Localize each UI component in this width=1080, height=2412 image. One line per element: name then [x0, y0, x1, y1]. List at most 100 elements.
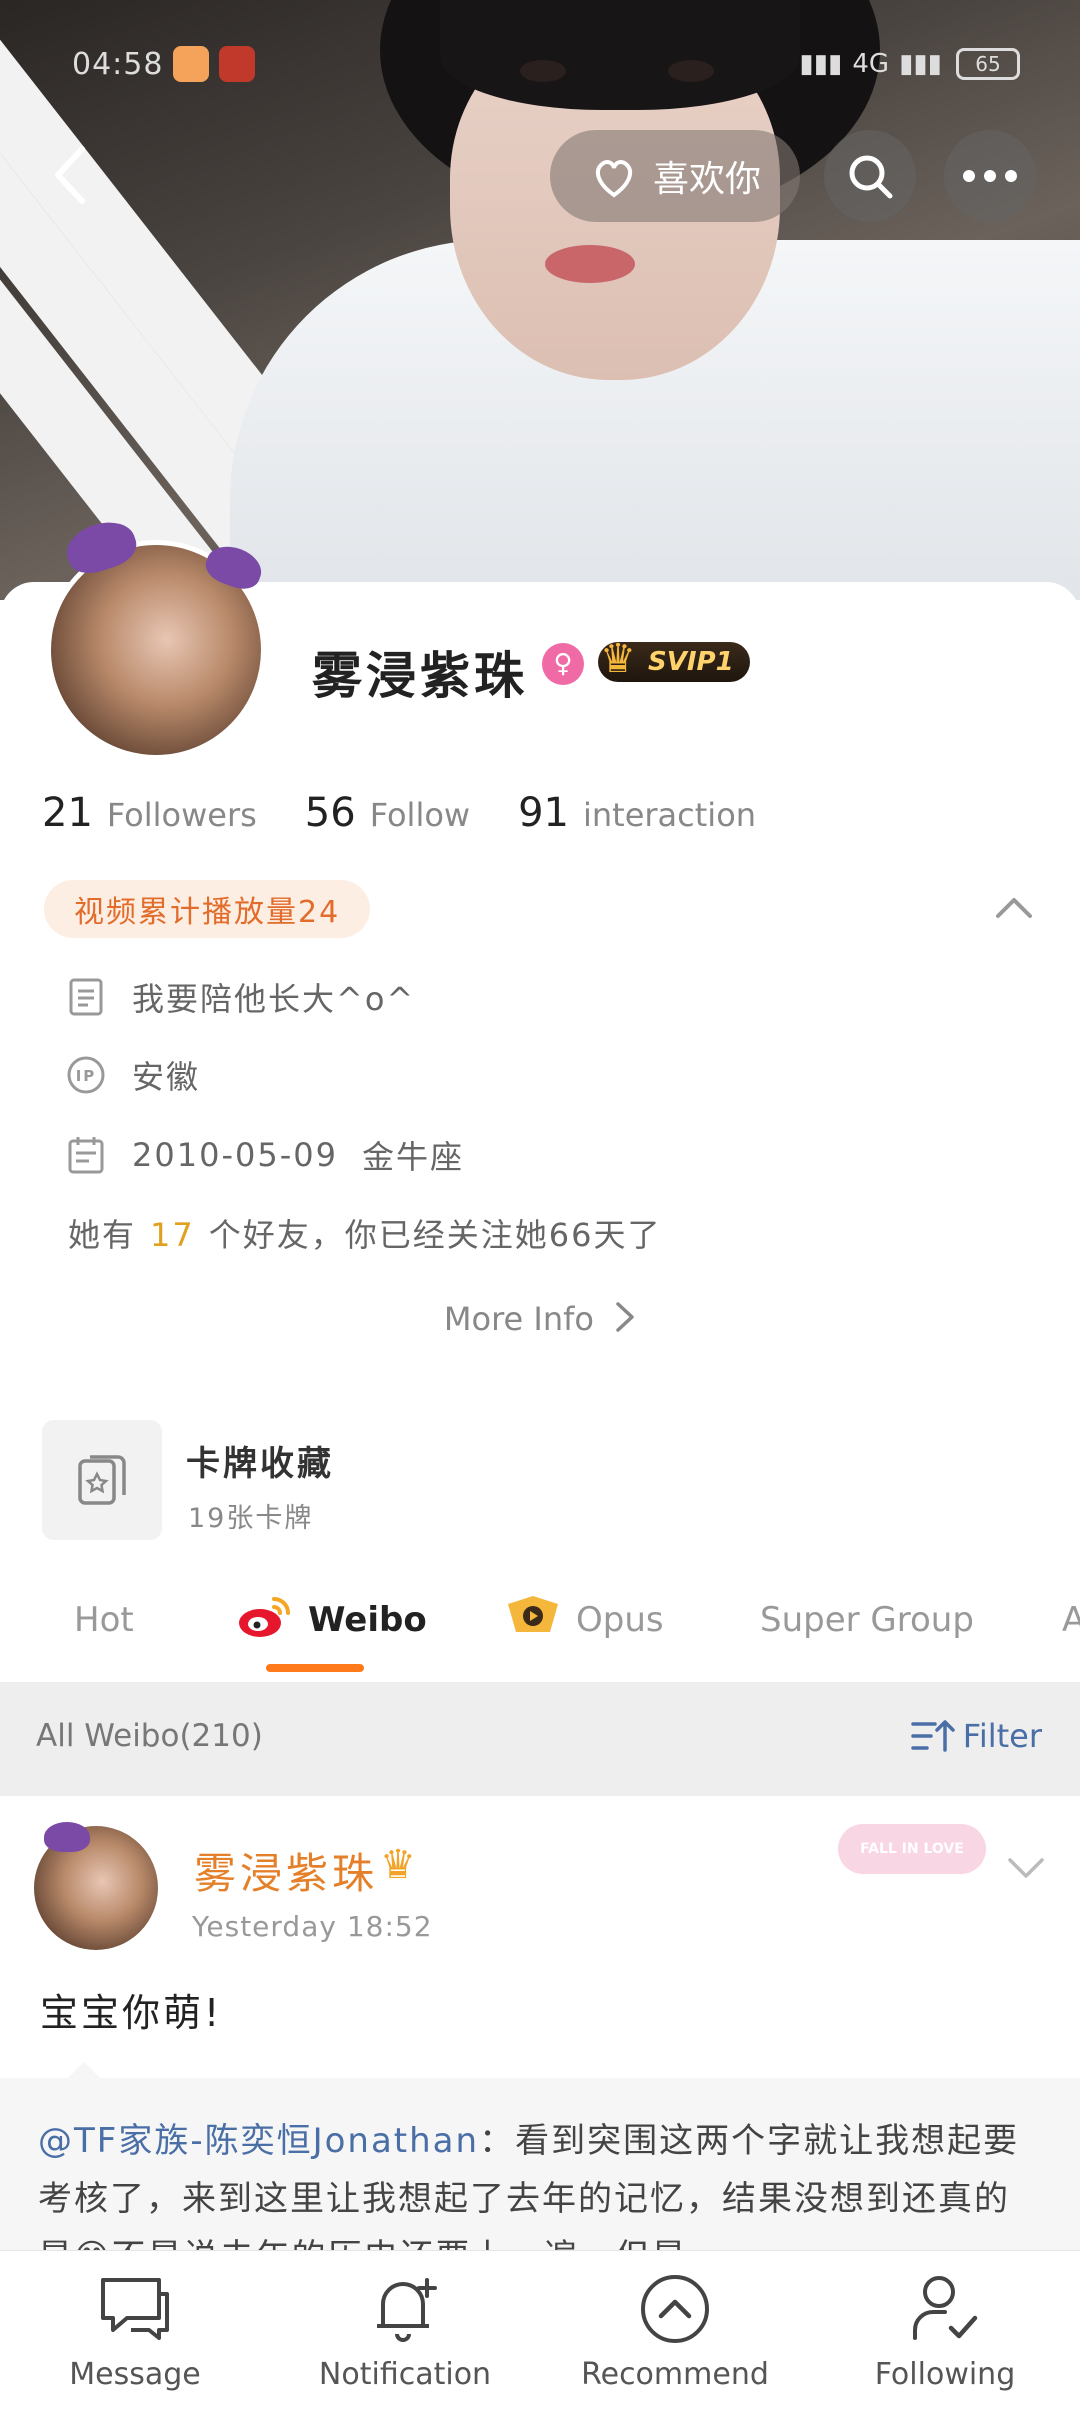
signal-label: 4G	[852, 49, 890, 79]
vip-crown-icon: ♛	[380, 1842, 416, 1888]
friends-count[interactable]: 17	[150, 1216, 195, 1254]
like-you-button[interactable]: 喜欢你	[550, 130, 800, 222]
filter-bar: All Weibo(210) Filter	[0, 1682, 1080, 1796]
filter-button[interactable]: Filter	[909, 1716, 1042, 1756]
status-time: 04:58	[72, 46, 164, 82]
weibo-count[interactable]: All Weibo(210)	[36, 1718, 263, 1754]
app-notification-icon	[173, 46, 210, 82]
chevron-right-icon	[616, 1302, 634, 1332]
tab-opus[interactable]: Opus	[504, 1590, 664, 1650]
app-notification-icon-2	[219, 46, 256, 82]
tab-weibo[interactable]: Weibo	[236, 1590, 427, 1650]
tab-super-group[interactable]: Super Group	[760, 1590, 974, 1650]
bell-plus-icon	[365, 2271, 445, 2347]
svg-text:IP: IP	[76, 1067, 97, 1085]
ip-row: IP 安徽	[66, 1050, 200, 1100]
svip-badge[interactable]: ♛ SVIP1	[598, 636, 750, 682]
video-views-badge[interactable]: 视频累计播放量24	[44, 880, 371, 938]
tab-active-indicator	[266, 1664, 364, 1672]
friends-line: 她有 17 个好友，你已经关注她66天了	[68, 1210, 661, 1256]
signal-icon-2: ▮▮▮	[899, 49, 942, 79]
post-menu-button[interactable]	[1004, 1852, 1048, 1882]
nav-notification-label: Notification	[318, 2357, 492, 2392]
stat-follow[interactable]: 56 Follow	[305, 790, 470, 836]
crown-icon: ♛	[600, 636, 636, 682]
filter-icon	[911, 1720, 955, 1752]
more-info-link[interactable]: More Info	[0, 1300, 1080, 1338]
profile-avatar[interactable]	[36, 514, 286, 760]
filter-label: Filter	[962, 1717, 1042, 1755]
stat-label: Followers	[106, 796, 257, 834]
like-you-label: 喜欢你	[652, 159, 761, 200]
post-timestamp: Yesterday 18:52	[192, 1910, 433, 1943]
nav-following[interactable]: Following	[810, 2251, 1080, 2412]
bio-row: 我要陪他长大^o^	[66, 972, 415, 1022]
chevron-up-icon	[996, 898, 1032, 918]
cover-photo	[0, 0, 1080, 600]
nav-message[interactable]: Message	[0, 2251, 270, 2412]
person-check-icon	[905, 2271, 985, 2347]
calendar-icon	[66, 1135, 106, 1175]
tab-more[interactable]: A	[1062, 1590, 1080, 1650]
document-icon	[66, 977, 106, 1017]
collapse-button[interactable]	[992, 890, 1036, 926]
opus-icon	[504, 1594, 562, 1647]
friends-suffix: 个好友，你已经关注她66天了	[208, 1216, 662, 1254]
post-avatar-bow	[44, 1822, 90, 1852]
post-text: 宝宝你萌!	[40, 1991, 223, 2035]
battery-icon: 65	[956, 48, 1020, 80]
message-icon	[95, 2271, 175, 2347]
nav-recommend-label: Recommend	[581, 2357, 769, 2392]
signal-icon: ▮▮▮	[799, 49, 843, 79]
tab-hot[interactable]: Hot	[74, 1590, 134, 1650]
ip-icon: IP	[66, 1055, 106, 1095]
weibo-post[interactable]: 雾浸紫珠 ♛ Yesterday 18:52 FALL IN LOVE 宝宝你萌…	[0, 1796, 1080, 2278]
zodiac: 金牛座	[361, 1138, 464, 1176]
weibo-logo-icon	[236, 1593, 294, 1648]
search-icon	[849, 155, 893, 199]
post-author-name[interactable]: 雾浸紫珠	[194, 1840, 378, 1901]
tab-hot-label: Hot	[74, 1600, 134, 1640]
repost-mention[interactable]: @TF家族-陈奕恒Jonathan	[38, 2121, 479, 2161]
more-dots-icon	[963, 170, 1017, 182]
bio-text: 我要陪他长大^o^	[132, 980, 416, 1018]
chevron-down-icon	[1008, 1858, 1044, 1878]
birthday-date: 2010-05-09	[132, 1136, 338, 1174]
battery-level: 65	[975, 52, 1001, 76]
friends-prefix: 她有	[68, 1216, 137, 1254]
nav-recommend[interactable]: Recommend	[540, 2251, 810, 2412]
tab-more-label: A	[1062, 1600, 1080, 1640]
heart-hand-icon	[595, 160, 632, 198]
sticker-label: FALL IN LOVE	[860, 1841, 964, 1857]
tab-super-group-label: Super Group	[760, 1600, 974, 1640]
birthday-row: 2010-05-09 金牛座	[66, 1130, 464, 1180]
back-button[interactable]	[30, 135, 110, 215]
card-collection-icon[interactable]	[42, 1420, 162, 1540]
stat-label: interaction	[582, 796, 757, 834]
nav-message-label: Message	[69, 2357, 201, 2392]
tab-weibo-label: Weibo	[308, 1600, 427, 1640]
card-collection-subtitle: 19张卡牌	[188, 1503, 314, 1534]
repost-block[interactable]: @TF家族-陈奕恒Jonathan：看到突围这两个字就让我想起要考核了，来到这里…	[0, 2078, 1080, 2278]
nav-notification[interactable]: Notification	[270, 2251, 540, 2412]
chevron-left-icon	[55, 146, 85, 204]
stat-num: 21	[42, 790, 93, 836]
status-bar: 04:58 ▮▮▮ 4G ▮▮▮ 65	[72, 44, 1020, 84]
card-collection-title[interactable]: 卡牌收藏	[186, 1436, 334, 1485]
profile-stats: 21 Followers 56 Follow 91 interaction	[42, 790, 756, 836]
stat-interaction[interactable]: 91 interaction	[518, 790, 756, 836]
profile-name: 雾浸紫珠	[312, 646, 528, 705]
stat-followers[interactable]: 21 Followers	[42, 790, 257, 836]
fall-in-love-sticker: FALL IN LOVE	[838, 1824, 986, 1874]
content-tabs: Hot Weibo Opus Super Group A	[0, 1570, 1080, 1680]
nav-following-label: Following	[874, 2357, 1016, 2392]
stat-label: Follow	[369, 796, 471, 834]
more-button[interactable]	[944, 130, 1036, 222]
stat-num: 91	[518, 790, 569, 836]
search-button[interactable]	[824, 130, 916, 222]
tab-opus-label: Opus	[576, 1600, 664, 1640]
recommend-icon	[635, 2271, 715, 2347]
more-info-label: More Info	[443, 1300, 594, 1338]
svip-label: SVIP1	[648, 647, 734, 677]
bottom-nav: Message Notification Recommend Following	[0, 2250, 1080, 2412]
